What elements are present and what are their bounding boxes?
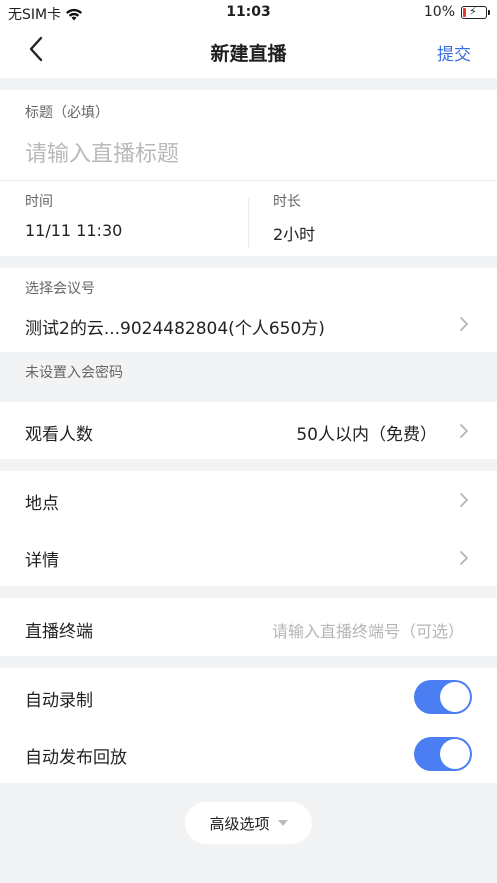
details-label: 详情 bbox=[25, 551, 59, 571]
viewers-value: 50人以内（免费） bbox=[296, 425, 437, 445]
location-label: 地点 bbox=[25, 494, 59, 514]
terminal-input[interactable]: 请输入直播终端号（可选） bbox=[272, 618, 464, 642]
caret-down-icon bbox=[277, 820, 288, 826]
auto-settings-card: 自动录制 自动发布回放 bbox=[0, 668, 497, 783]
title-field-label: 标题（必填） bbox=[25, 105, 109, 121]
terminal-row: 直播终端 请输入直播终端号（可选） bbox=[0, 598, 497, 656]
basic-info-card: 标题（必填） 请输入直播标题 时间 11/11 11:30 时长 2小时 bbox=[0, 90, 497, 256]
advanced-options-button[interactable]: 高级选项 bbox=[185, 802, 312, 844]
viewers-label: 观看人数 bbox=[25, 425, 93, 445]
status-bar: 无SIM卡 11:03 10% ⚡ bbox=[0, 0, 497, 26]
chevron-right-icon bbox=[460, 551, 468, 565]
duration-label: 时长 bbox=[273, 194, 301, 210]
auto-publish-label: 自动发布回放 bbox=[25, 748, 127, 768]
duration-value[interactable]: 2小时 bbox=[273, 221, 315, 245]
title-input[interactable]: 请输入直播标题 bbox=[25, 136, 179, 168]
meeting-label: 选择会议号 bbox=[25, 281, 95, 297]
auto-publish-toggle[interactable] bbox=[414, 737, 472, 771]
battery-icon: ⚡ bbox=[461, 5, 490, 19]
viewers-row[interactable]: 观看人数 50人以内（免费） bbox=[0, 402, 497, 459]
meeting-select-row[interactable]: 选择会议号 测试2的云...9024482804(个人650方) bbox=[0, 268, 497, 352]
chevron-right-icon bbox=[460, 424, 468, 438]
time-label: 时间 bbox=[25, 194, 53, 210]
password-hint: 未设置入会密码 bbox=[25, 365, 123, 381]
battery-percent: 10% bbox=[423, 4, 455, 20]
submit-button[interactable]: 提交 bbox=[437, 40, 471, 65]
advanced-options-label: 高级选项 bbox=[209, 814, 270, 833]
chevron-right-icon bbox=[460, 493, 468, 507]
time-value[interactable]: 11/11 11:30 bbox=[25, 221, 122, 240]
divider bbox=[0, 180, 497, 181]
details-row[interactable]: 详情 bbox=[0, 529, 497, 586]
status-time: 11:03 bbox=[226, 4, 271, 20]
auto-record-label: 自动录制 bbox=[25, 691, 93, 711]
location-row[interactable]: 地点 bbox=[0, 471, 497, 529]
terminal-label: 直播终端 bbox=[25, 622, 93, 642]
auto-record-toggle[interactable] bbox=[414, 680, 472, 714]
meeting-value: 测试2的云...9024482804(个人650方) bbox=[25, 319, 325, 339]
page-title: 新建直播 bbox=[210, 43, 287, 65]
divider bbox=[248, 198, 249, 248]
chevron-right-icon bbox=[460, 317, 468, 331]
nav-bar: 新建直播 提交 bbox=[0, 26, 497, 78]
